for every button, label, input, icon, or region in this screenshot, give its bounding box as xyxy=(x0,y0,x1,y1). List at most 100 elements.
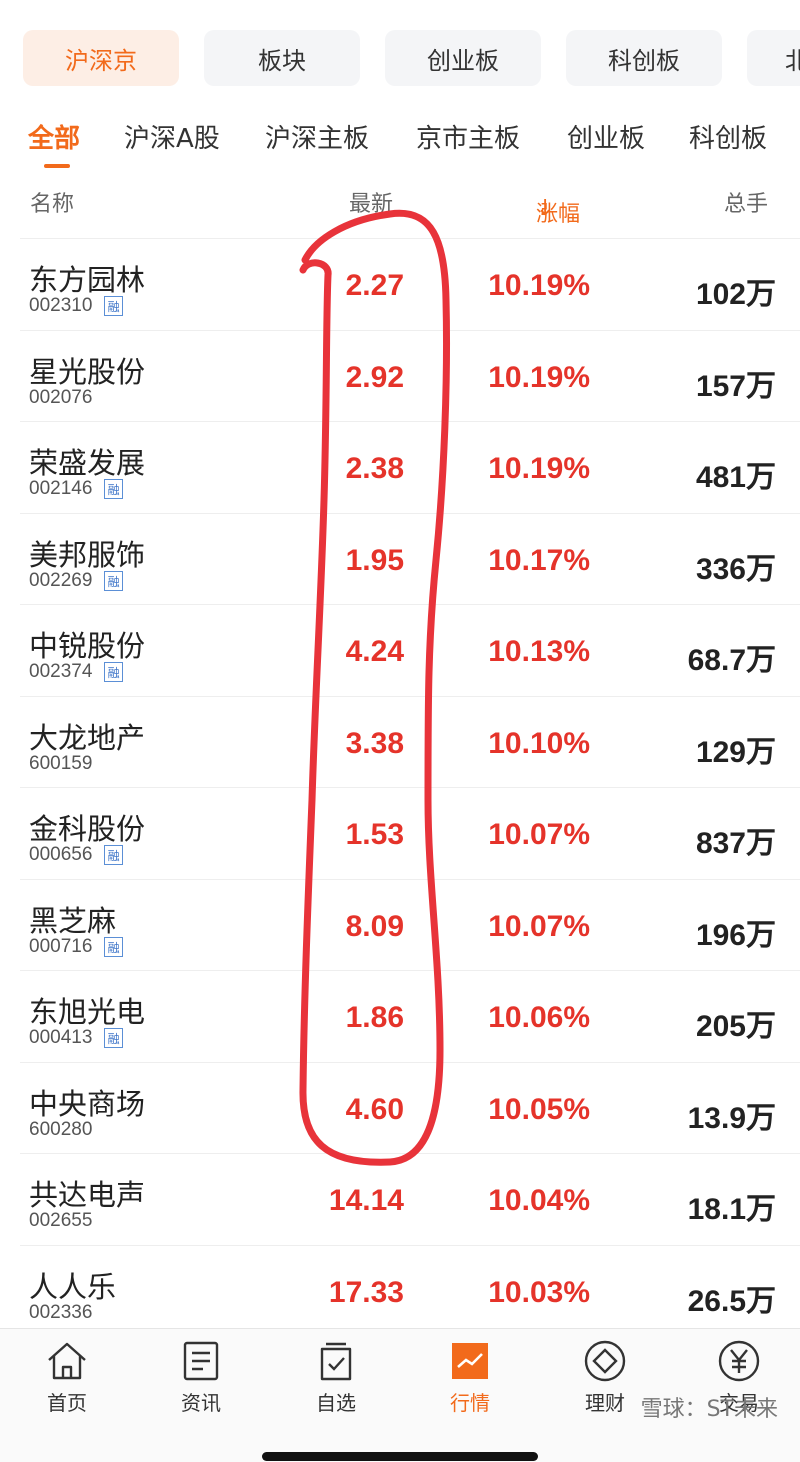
stock-row[interactable]: 东方园林 002310 融 2.27 10.19% 102万 xyxy=(20,238,800,330)
watchlist-icon xyxy=(320,1342,352,1381)
stock-change: 10.13% xyxy=(488,635,590,668)
diamond-icon xyxy=(584,1340,626,1382)
stock-name: 荣盛发展 xyxy=(29,446,146,480)
stock-row[interactable]: 金科股份 000656 融 1.53 10.07% 837万 xyxy=(20,787,800,879)
bottom-nav: 首页 资讯 自选 行情 理财 交易 雪球：ST未来 xyxy=(0,1328,800,1462)
stock-name: 星光股份 xyxy=(29,354,146,389)
market-chart-icon xyxy=(452,1343,488,1379)
stock-row[interactable]: 星光股份 002076 2.92 10.19% 157万 xyxy=(20,329,800,422)
column-name[interactable]: 名称 xyxy=(30,186,74,218)
nav-market[interactable]: 行情 xyxy=(415,1339,525,1419)
home-indicator[interactable] xyxy=(262,1452,538,1461)
sub-tab-a-shares[interactable]: 沪深A股 xyxy=(124,118,220,155)
market-tab-label: 板块 xyxy=(258,46,306,75)
stock-name: 东方园林 xyxy=(29,263,146,297)
stock-volume: 68.7万 xyxy=(687,644,776,677)
stock-row[interactable]: 荣盛发展 002146 融 2.38 10.19% 481万 xyxy=(20,421,800,513)
stock-name: 美邦服饰 xyxy=(29,537,146,572)
stock-code: 002336 xyxy=(29,1301,93,1323)
market-tab-sector[interactable]: 板块 xyxy=(204,30,360,86)
market-tabs: 沪深京 板块 创业板 科创板 北 xyxy=(0,0,800,100)
stock-row[interactable]: 美邦服饰 002269 融 1.95 10.17% 336万 xyxy=(20,512,800,605)
stock-change: 10.03% xyxy=(488,1275,590,1309)
stock-volume: 18.1万 xyxy=(687,1193,776,1226)
stock-change: 10.07% xyxy=(488,818,590,851)
sub-tab-all[interactable]: 全部 xyxy=(28,118,80,155)
market-tab-star[interactable]: 科创板 xyxy=(566,30,722,86)
sub-tab-bj-main-board[interactable]: 京市主板 xyxy=(416,118,520,155)
stock-volume: 129万 xyxy=(695,735,776,769)
stock-change: 10.19% xyxy=(488,360,590,394)
stock-change: 10.10% xyxy=(488,726,590,760)
stock-code: 000716 xyxy=(29,935,93,957)
market-tab-label: 创业板 xyxy=(427,46,499,75)
stock-price: 1.95 xyxy=(345,543,404,577)
nav-label: 资讯 xyxy=(181,1391,221,1415)
stock-price: 8.09 xyxy=(345,909,404,943)
stock-price: 14.14 xyxy=(328,1184,404,1217)
market-tab-beijing[interactable]: 北 xyxy=(747,30,800,86)
stock-row[interactable]: 中央商场 600280 4.60 10.05% 13.9万 xyxy=(20,1061,800,1154)
stock-row[interactable]: 东旭光电 000413 融 1.86 10.06% 205万 xyxy=(20,970,800,1062)
stock-volume: 481万 xyxy=(695,461,776,494)
sub-tab-star[interactable]: 科创板 xyxy=(689,118,767,155)
stock-change: 10.07% xyxy=(488,909,590,943)
stock-change: 10.06% xyxy=(488,1001,590,1034)
nav-label: 行情 xyxy=(450,1391,490,1415)
margin-badge: 融 xyxy=(104,296,124,316)
stock-price: 1.86 xyxy=(345,1001,404,1034)
stock-name: 金科股份 xyxy=(29,812,146,846)
nav-home[interactable]: 首页 xyxy=(12,1339,122,1419)
market-tab-chinext[interactable]: 创业板 xyxy=(385,30,541,86)
stock-code: 002655 xyxy=(29,1210,93,1231)
margin-badge: 融 xyxy=(104,662,124,682)
stock-list: 东方园林 002310 融 2.27 10.19% 102万 星光股份 002076 2.92 1… xyxy=(20,238,800,1337)
stock-row[interactable]: 共达电声 002655 14.14 10.04% 18.1万 xyxy=(20,1153,800,1245)
board-sub-tabs: 全部 沪深A股 沪深主板 京市主板 创业板 科创板 xyxy=(0,108,800,170)
stock-name: 东旭光电 xyxy=(29,995,146,1029)
stock-row[interactable]: 中锐股份 002374 融 4.24 10.13% 68.7万 xyxy=(20,604,800,696)
sub-tab-chinext[interactable]: 创业板 xyxy=(567,118,645,155)
stock-change: 10.19% xyxy=(488,452,590,485)
active-tab-indicator xyxy=(44,164,70,168)
stock-price: 1.53 xyxy=(345,818,404,851)
stock-row[interactable]: 人人乐 002336 17.33 10.03% 26.5万 xyxy=(20,1244,800,1337)
stock-code: 000656 xyxy=(29,844,93,865)
margin-badge: 融 xyxy=(104,936,124,957)
stock-price: 4.60 xyxy=(345,1092,404,1126)
market-tab-label: 沪深京 xyxy=(65,46,137,75)
margin-badge: 融 xyxy=(104,845,124,865)
stock-price: 2.38 xyxy=(345,452,404,485)
market-tab-label: 北 xyxy=(785,46,800,75)
market-tab-hushenjing[interactable]: 沪深京 xyxy=(23,30,179,86)
stock-code: 002076 xyxy=(29,386,93,408)
column-header: 名称 最新 涨幅 ↓ 总手 xyxy=(0,176,800,232)
watermark: 雪球：ST未来 xyxy=(640,1397,778,1422)
stock-price: 3.38 xyxy=(345,726,404,760)
stock-name: 共达电声 xyxy=(29,1178,146,1212)
nav-news[interactable]: 资讯 xyxy=(146,1339,256,1419)
stock-price: 2.92 xyxy=(345,360,404,394)
stock-change: 10.05% xyxy=(488,1092,590,1126)
news-icon xyxy=(183,1341,219,1381)
stock-code: 600280 xyxy=(29,1118,93,1140)
stock-volume: 837万 xyxy=(695,827,776,860)
stock-name: 中央商场 xyxy=(29,1086,146,1121)
stock-volume: 157万 xyxy=(695,369,776,403)
market-tab-label: 科创板 xyxy=(608,46,680,75)
stock-name: 黑芝麻 xyxy=(29,903,117,938)
column-latest[interactable]: 最新 xyxy=(349,186,393,218)
column-volume[interactable]: 总手 xyxy=(724,186,768,218)
stock-volume: 196万 xyxy=(695,918,776,952)
stock-volume: 26.5万 xyxy=(687,1284,776,1318)
stock-code: 002146 xyxy=(29,478,93,499)
sub-tab-main-board[interactable]: 沪深主板 xyxy=(265,118,369,155)
nav-watchlist[interactable]: 自选 xyxy=(281,1339,391,1419)
stock-code: 002269 xyxy=(29,569,93,591)
stock-change: 10.04% xyxy=(488,1184,590,1217)
stock-name: 大龙地产 xyxy=(29,720,146,755)
stock-row[interactable]: 黑芝麻 000716 融 8.09 10.07% 196万 xyxy=(20,878,800,971)
stock-code: 002310 xyxy=(29,295,93,316)
stock-volume: 102万 xyxy=(695,278,776,311)
stock-row[interactable]: 大龙地产 600159 3.38 10.10% 129万 xyxy=(20,695,800,788)
